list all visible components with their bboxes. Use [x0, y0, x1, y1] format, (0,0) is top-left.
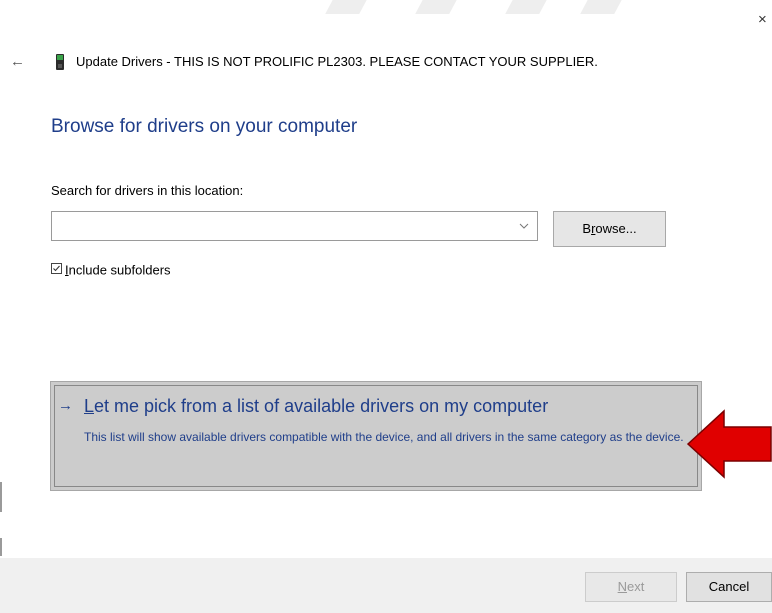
close-icon[interactable]: × [758, 10, 772, 30]
next-button[interactable]: Next [585, 572, 677, 602]
dialog-footer: Next Cancel [0, 558, 772, 613]
pick-from-list-option[interactable]: → Let me pick from a list of available d… [50, 381, 702, 491]
driver-path-input[interactable] [56, 216, 510, 238]
driver-path-combobox[interactable] [51, 211, 538, 241]
browse-button[interactable]: Browse... [553, 211, 666, 247]
header: ← Update Drivers - THIS IS NOT PROLIFIC … [0, 50, 772, 74]
pick-from-list-description: This list will show available drivers co… [84, 430, 684, 444]
window-title: Update Drivers - THIS IS NOT PROLIFIC PL… [76, 54, 598, 69]
left-edge-mark [0, 538, 2, 556]
chevron-down-icon[interactable] [519, 219, 529, 233]
usb-device-icon [54, 54, 66, 70]
left-edge-mark [0, 482, 2, 512]
update-drivers-window: × ← Update Drivers - THIS IS NOT PROLIFI… [0, 0, 772, 613]
back-arrow-icon[interactable]: ← [10, 50, 25, 74]
red-arrow-annotation-icon [686, 409, 772, 479]
arrow-right-icon: → [58, 397, 73, 414]
include-subfolders-checkbox[interactable]: Include subfolders [51, 261, 171, 279]
include-subfolders-label[interactable]: Include subfolders [65, 262, 171, 277]
title-bar-decoration [0, 0, 772, 14]
page-title: Browse for drivers on your computer [51, 116, 358, 137]
location-label: Search for drivers in this location: [51, 183, 244, 198]
pick-from-list-title[interactable]: Let me pick from a list of available dri… [84, 396, 548, 417]
cancel-button[interactable]: Cancel [686, 572, 772, 602]
checkbox-checked-icon[interactable] [51, 263, 62, 275]
